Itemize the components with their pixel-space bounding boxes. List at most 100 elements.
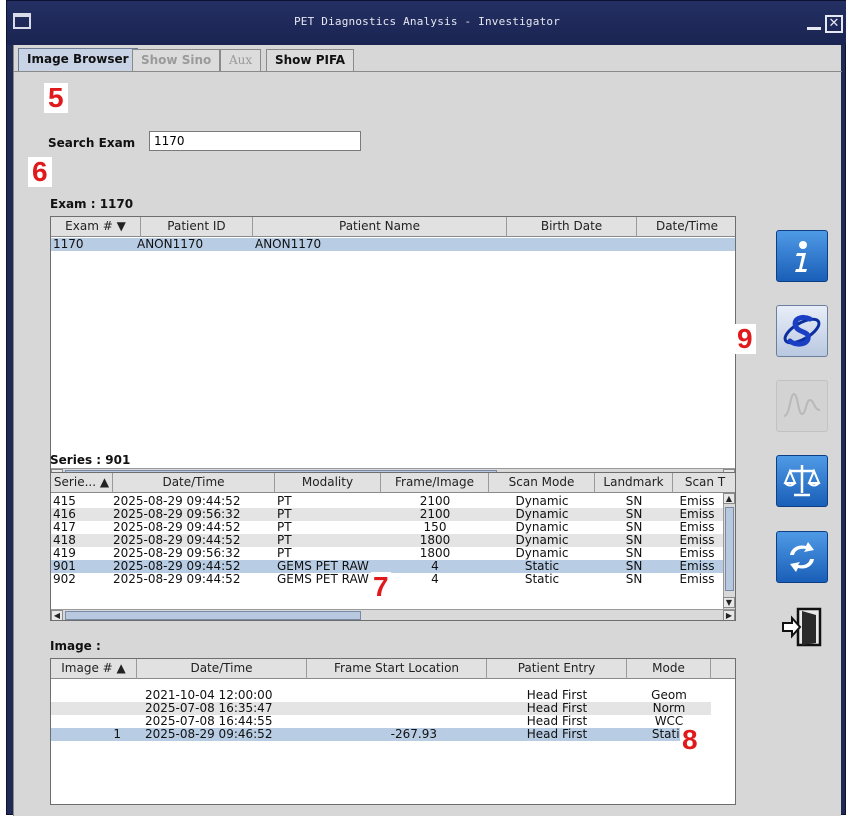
series-vertical-scrollbar[interactable]: ▲ ▼ (723, 493, 735, 609)
image-col-mode[interactable]: Mode (627, 659, 711, 679)
table-row[interactable]: 2025-07-08 16:44:55 Head First WCC (51, 715, 711, 728)
waveform-button[interactable] (776, 380, 828, 432)
series-cell-scan-mode: Dynamic (515, 508, 569, 521)
scroll-left-icon[interactable]: ◀ (51, 610, 63, 620)
minimize-button[interactable] (807, 27, 821, 30)
tab-divider (14, 71, 842, 72)
image-cell-patient-entry: Head First (526, 715, 588, 728)
series-cell-date-time: 2025-08-29 09:44:52 (113, 560, 241, 573)
series-cell-series: 417 (53, 521, 76, 534)
series-h-scroll-thumb[interactable] (65, 611, 361, 620)
series-cell-modality: PT (277, 495, 292, 508)
series-cell-modality: PT (277, 508, 292, 521)
series-cell-modality: PT (277, 521, 292, 534)
table-row[interactable]: 419 2025-08-29 09:56:32 PT 1800 Dynamic SN Emi… (51, 547, 723, 560)
series-cell-date-time: 2025-08-29 09:44:52 (113, 534, 241, 547)
table-row[interactable]: 415 2025-08-29 09:44:52 PT 2100 Dynamic SN Emi… (51, 495, 723, 508)
series-cell-landmark: SN (625, 560, 643, 573)
series-cell-frame-image: 2100 (419, 495, 451, 508)
series-cell-frame-image: 150 (423, 521, 447, 534)
table-row[interactable]: 417 2025-08-29 09:44:52 PT 150 Dynamic SN Emis… (51, 521, 723, 534)
series-horizontal-scrollbar[interactable]: ◀ ▶ (51, 609, 735, 620)
series-col-modality[interactable]: Modality (275, 473, 381, 493)
exam-col-exam-number[interactable]: Exam # ▼ (51, 217, 141, 237)
image-col-date-time[interactable]: Date/Time (137, 659, 307, 679)
series-cell-landmark: SN (625, 547, 643, 560)
exam-section-label: Exam : 1170 (50, 197, 134, 211)
image-cell-patient-entry: Head First (526, 689, 588, 702)
series-cell-frame-image: 1800 (419, 534, 451, 547)
table-row[interactable]: 1 2025-08-29 09:46:52 -267.93 Head First Sta… (51, 728, 691, 741)
scales-icon (783, 465, 821, 497)
sino-s-icon (783, 314, 821, 347)
exam-table-row[interactable]: 1170 ANON1170 ANON1170 (51, 238, 735, 251)
series-table: Serie... ▲ Date/Time Modality Frame/Imag… (50, 472, 736, 621)
exam-cell-patient-id: ANON1170 (137, 238, 204, 251)
exit-button[interactable] (776, 601, 828, 653)
sino-analysis-button[interactable] (776, 305, 828, 357)
series-col-frame-image[interactable]: Frame/Image (381, 473, 489, 493)
series-cell-scan-mode: Dynamic (515, 547, 569, 560)
series-cell-scan-mode: Dynamic (515, 521, 569, 534)
series-cell-scan-type: Emiss (679, 521, 715, 534)
series-col-series[interactable]: Serie... ▲ (51, 473, 113, 493)
series-cell-frame-image: 4 (431, 573, 439, 586)
series-cell-series: 419 (53, 547, 76, 560)
series-cell-series: 902 (53, 573, 76, 586)
image-col-frame-start-location[interactable]: Frame Start Location (307, 659, 487, 679)
refresh-icon (790, 542, 814, 572)
series-cell-date-time: 2025-08-29 09:44:52 (113, 495, 241, 508)
close-button[interactable]: ✕ (825, 15, 843, 33)
tab-show-pifa[interactable]: Show PIFA (266, 49, 355, 71)
callout-7: 7 (371, 571, 391, 602)
series-cell-landmark: SN (625, 573, 643, 586)
compare-button[interactable] (776, 455, 828, 507)
image-col-patient-entry[interactable]: Patient Entry (487, 659, 627, 679)
series-cell-frame-image: 2100 (419, 508, 451, 521)
series-cell-scan-mode: Static (524, 560, 560, 573)
series-col-date-time[interactable]: Date/Time (113, 473, 275, 493)
image-cell-date-time: 2025-07-08 16:44:55 (145, 715, 273, 728)
series-cell-scan-mode: Dynamic (515, 534, 569, 547)
table-row[interactable]: 418 2025-08-29 09:44:52 PT 1800 Dynamic SN Emi… (51, 534, 723, 547)
image-cell-date-time: 2025-08-29 09:46:52 (145, 728, 273, 741)
refresh-button[interactable] (776, 531, 828, 583)
series-cell-scan-type: Emiss (679, 534, 715, 547)
table-row[interactable]: 416 2025-08-29 09:56:32 PT 2100 Dynamic SN Emi… (51, 508, 723, 521)
series-col-scan-type[interactable]: Scan T (673, 473, 735, 493)
tab-aux[interactable]: Aux (220, 49, 262, 71)
exam-table-header: Exam # ▼ Patient ID Patient Name Birth D… (51, 217, 735, 237)
series-cell-date-time: 2025-08-29 09:56:32 (113, 508, 241, 521)
table-row[interactable]: 2021-10-04 12:00:00 Head First Geom (51, 689, 711, 702)
callout-5: 5 (44, 83, 68, 113)
series-cell-scan-type: Emiss (679, 573, 715, 586)
series-cell-date-time: 2025-08-29 09:56:32 (113, 547, 241, 560)
series-cell-frame-image: 1800 (419, 547, 451, 560)
search-exam-label: Search Exam (48, 136, 136, 150)
series-col-landmark[interactable]: Landmark (595, 473, 673, 493)
table-row[interactable]: 2025-07-08 16:35:47 Head First Norm (51, 702, 711, 715)
scroll-up-icon[interactable]: ▲ (723, 493, 735, 504)
image-cell-date-time: 2021-10-04 12:00:00 (145, 689, 273, 702)
exam-col-patient-name[interactable]: Patient Name (253, 217, 507, 237)
series-cell-modality: PT (277, 547, 292, 560)
scroll-right-icon[interactable]: ▶ (723, 610, 735, 620)
exam-col-birth-date[interactable]: Birth Date (507, 217, 637, 237)
series-cell-frame-image: 4 (431, 560, 439, 573)
search-exam-input[interactable] (149, 131, 361, 151)
exam-col-date-time[interactable]: Date/Time (637, 217, 735, 237)
image-col-image-number[interactable]: Image # ▲ (51, 659, 137, 679)
info-button[interactable] (776, 230, 828, 282)
scroll-down-icon[interactable]: ▼ (723, 597, 735, 608)
series-scroll-thumb[interactable] (725, 507, 734, 591)
tab-image-browser[interactable]: Image Browser (18, 48, 138, 72)
exam-col-patient-id[interactable]: Patient ID (141, 217, 253, 237)
image-cell-mode: Norm (652, 702, 686, 715)
title-bar[interactable]: PET Diagnostics Analysis - Investigator … (7, 1, 846, 45)
series-col-scan-mode[interactable]: Scan Mode (489, 473, 595, 493)
image-cell-patient-entry: Head First (526, 728, 588, 741)
tab-show-sino[interactable]: Show Sino (132, 49, 221, 71)
callout-8: 8 (680, 724, 700, 755)
info-icon (795, 241, 807, 272)
series-cell-date-time: 2025-08-29 09:44:52 (113, 521, 241, 534)
